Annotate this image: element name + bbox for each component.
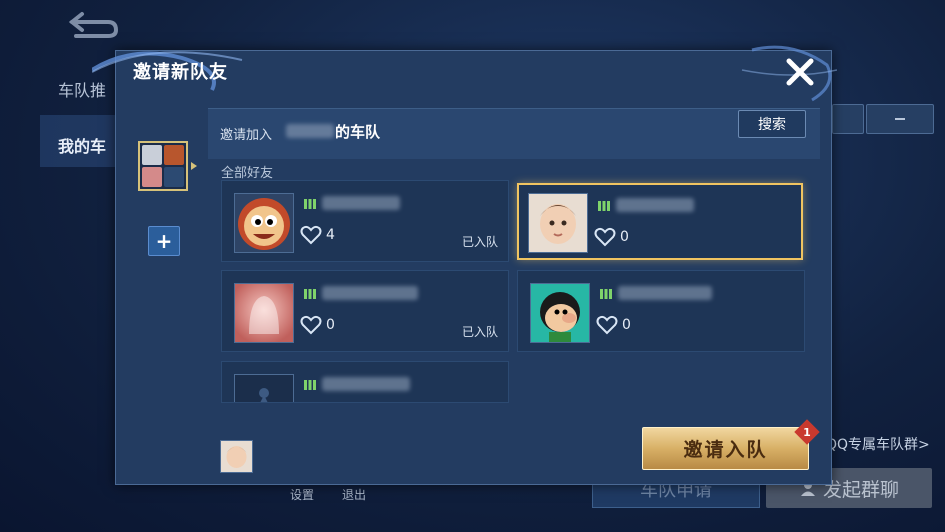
party-slot[interactable] bbox=[138, 141, 188, 191]
friend-card[interactable] bbox=[221, 361, 509, 403]
team-suffix-label: 的车队 bbox=[335, 123, 381, 141]
friend-card-selected[interactable]: 0 bbox=[517, 183, 803, 260]
search-label: 搜索 bbox=[758, 117, 786, 133]
friend-avatar-cartoon-boy bbox=[530, 283, 590, 343]
background-button-minus[interactable] bbox=[866, 104, 934, 134]
add-label: + bbox=[155, 229, 173, 253]
joined-status: 已入队 bbox=[461, 325, 498, 339]
joined-status: 已入队 bbox=[461, 235, 498, 249]
exit-link[interactable]: 退出 bbox=[342, 486, 366, 503]
launch-group-chat-label: 发起群聊 bbox=[822, 478, 899, 501]
back-arrow-icon[interactable] bbox=[64, 10, 120, 40]
all-friends-label: 全部好友 bbox=[221, 166, 274, 181]
team-owner-name-blurred bbox=[286, 124, 334, 138]
friend-avatar-ghost bbox=[234, 283, 294, 343]
friend-avatar-baby bbox=[528, 193, 588, 253]
friend-name-blurred bbox=[322, 196, 400, 210]
friend-name-blurred bbox=[322, 286, 418, 300]
search-button[interactable]: 搜索 bbox=[738, 110, 806, 138]
party-avatar-ghost-light bbox=[142, 145, 162, 165]
invite-count-number: 1 bbox=[803, 425, 811, 439]
invite-to-team-label: 邀请入队 bbox=[683, 439, 768, 461]
settings-link[interactable]: 设置 bbox=[290, 486, 314, 503]
heart-icon bbox=[596, 315, 618, 335]
rank-icon bbox=[598, 201, 610, 211]
my-avatar bbox=[220, 440, 253, 473]
invite-prefix-label: 邀请加入 bbox=[220, 128, 273, 143]
party-avatar-emblem bbox=[164, 167, 184, 187]
friend-name-blurred bbox=[322, 377, 410, 391]
qq-team-group-link[interactable]: QQ专属车队群> bbox=[826, 434, 930, 454]
modal-title: 邀请新队友 bbox=[133, 62, 228, 83]
heart-count: 0 bbox=[622, 317, 631, 333]
friend-card[interactable]: 0 已入队 bbox=[221, 270, 509, 352]
heart-count: 0 bbox=[620, 229, 629, 245]
heart-icon bbox=[300, 315, 322, 335]
heart-count: 4 bbox=[326, 227, 335, 243]
add-party-button[interactable]: + bbox=[148, 226, 180, 256]
rank-icon bbox=[600, 289, 612, 299]
friend-avatar-default-emblem bbox=[234, 374, 294, 402]
friend-name-blurred bbox=[618, 286, 712, 300]
friend-card[interactable]: 0 bbox=[517, 270, 805, 352]
close-icon[interactable] bbox=[784, 56, 816, 88]
invite-to-team-button[interactable]: 邀请入队 bbox=[642, 427, 809, 470]
background-tab-my-team[interactable]: 我的车 bbox=[58, 133, 106, 157]
party-avatar-ghost-red bbox=[142, 167, 162, 187]
party-caret-icon bbox=[191, 162, 197, 170]
friend-avatar-monkey bbox=[234, 193, 294, 253]
heart-icon bbox=[300, 225, 322, 245]
rank-icon bbox=[304, 380, 316, 390]
friend-name-blurred bbox=[616, 198, 694, 212]
rank-icon bbox=[304, 289, 316, 299]
rank-icon bbox=[304, 199, 316, 209]
heart-icon bbox=[594, 227, 616, 247]
heart-count: 0 bbox=[326, 317, 335, 333]
party-avatar-monkey bbox=[164, 145, 184, 165]
friend-card[interactable]: 4 已入队 bbox=[221, 180, 509, 262]
